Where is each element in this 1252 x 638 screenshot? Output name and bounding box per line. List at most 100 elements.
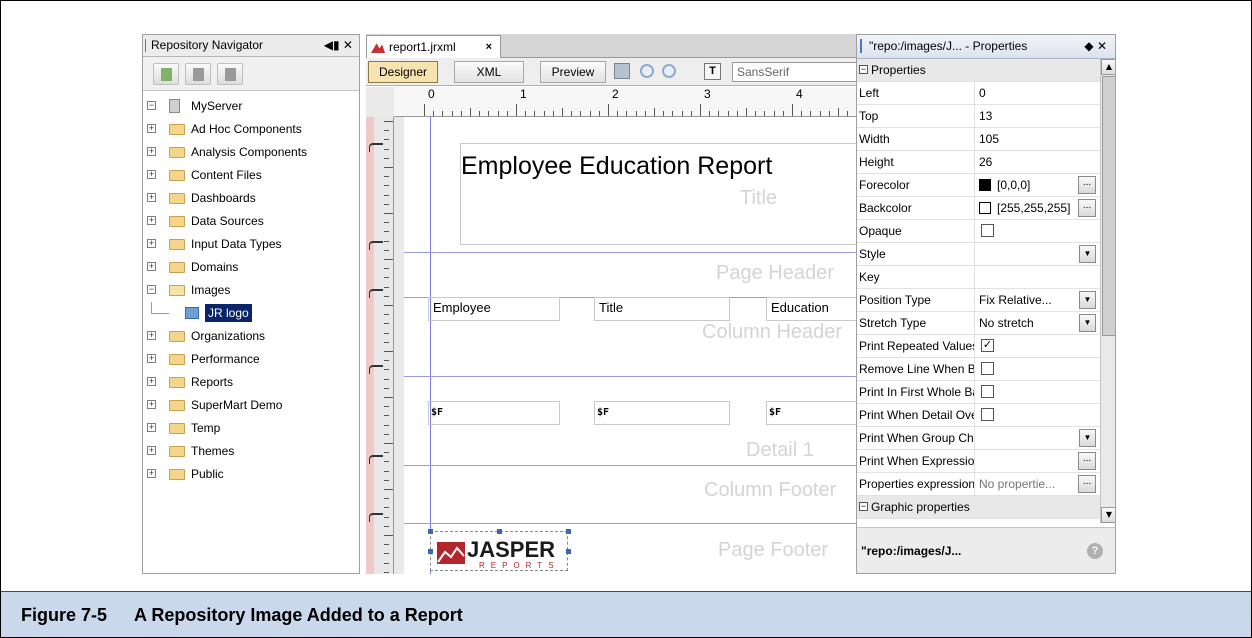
expand-icon[interactable]: + <box>147 446 156 455</box>
add-server-button[interactable] <box>153 63 179 85</box>
report-page[interactable]: Employee Education Report Title Page Hea… <box>404 117 856 574</box>
panel-controls[interactable]: ◀▮ ✕ <box>324 35 353 56</box>
expand-icon[interactable]: + <box>147 262 156 271</box>
property-row[interactable]: Height 26 <box>857 151 1100 174</box>
edit-forecolor-button[interactable]: ... <box>1078 176 1096 194</box>
print-repeated-values-checkbox[interactable]: ✓ <box>981 339 994 352</box>
repository-navigator: Repository Navigator ◀▮ ✕ − MyServer + A… <box>142 34 360 574</box>
expand-icon[interactable]: + <box>147 124 156 133</box>
print-when-group-dropdown-icon[interactable]: ▼ <box>1079 429 1096 447</box>
resize-handle[interactable] <box>566 529 571 534</box>
properties-scrollbar[interactable]: ▲ ▼ <box>1100 59 1115 523</box>
property-row[interactable]: Top 13 <box>857 105 1100 128</box>
detail-field-title[interactable]: $F <box>594 401 730 425</box>
detail-field-employee[interactable]: $F <box>428 401 560 425</box>
ruler-tick <box>384 360 389 362</box>
property-row[interactable]: Print Repeated Values ✓ <box>857 335 1100 358</box>
position-type-dropdown-icon[interactable]: ▼ <box>1079 291 1096 309</box>
category-graphic-properties[interactable]: − Graphic properties <box>857 496 1100 519</box>
ruler-tick <box>384 452 389 454</box>
ruler-tick <box>384 369 389 371</box>
expand-icon[interactable]: + <box>147 354 156 363</box>
tab-designer[interactable]: Designer <box>368 61 438 83</box>
category-properties[interactable]: − Properties <box>857 59 1100 82</box>
scroll-down-icon[interactable]: ▼ <box>1101 507 1115 523</box>
property-row[interactable]: Backcolor [255,255,255] ... <box>857 197 1100 220</box>
refresh-button[interactable] <box>217 63 243 85</box>
column-header-education[interactable]: Education <box>766 297 856 321</box>
band-separator <box>404 376 856 377</box>
tab-preview[interactable]: Preview <box>540 61 606 83</box>
expand-icon[interactable]: + <box>147 193 156 202</box>
ruler-tick <box>451 111 453 116</box>
tab-report1[interactable]: report1.jrxml × <box>366 35 501 58</box>
expand-icon[interactable]: + <box>147 423 156 432</box>
expand-icon[interactable]: + <box>147 400 156 409</box>
ruler-tick <box>384 553 389 555</box>
collapse-icon[interactable]: − <box>147 101 156 110</box>
style-dropdown-icon[interactable]: ▼ <box>1079 245 1096 263</box>
band-separator <box>404 252 856 253</box>
opaque-checkbox[interactable] <box>981 224 994 237</box>
property-row[interactable]: Key <box>857 266 1100 289</box>
expand-icon[interactable]: + <box>147 239 156 248</box>
edit-backcolor-button[interactable]: ... <box>1078 199 1096 217</box>
report-file-icon <box>371 43 385 53</box>
property-row[interactable]: Forecolor [0,0,0] ... <box>857 174 1100 197</box>
expand-icon[interactable]: + <box>147 469 156 478</box>
remove-line-checkbox[interactable] <box>981 362 994 375</box>
band-separator <box>404 465 856 466</box>
property-row[interactable]: Style ▼ <box>857 243 1100 266</box>
panel-controls[interactable]: ◆ ✕ <box>1084 35 1107 57</box>
property-row[interactable]: Remove Line When Blank <box>857 358 1100 381</box>
help-icon[interactable]: ? <box>1087 543 1103 559</box>
property-row[interactable]: Left 0 <box>857 82 1100 105</box>
property-row[interactable]: Print In First Whole Band <box>857 381 1100 404</box>
scroll-up-icon[interactable]: ▲ <box>1101 59 1115 75</box>
resize-handle[interactable] <box>566 549 571 554</box>
zoom-in-icon[interactable] <box>640 64 654 78</box>
collapse-icon[interactable]: − <box>147 285 156 294</box>
resize-handle[interactable] <box>497 529 502 534</box>
ruler-tick <box>384 203 389 205</box>
scroll-thumb[interactable] <box>1102 76 1115 336</box>
figure-number: Figure 7-5 <box>21 605 108 625</box>
document-icon[interactable] <box>614 63 630 79</box>
expand-icon[interactable]: + <box>147 331 156 340</box>
resize-handle[interactable] <box>428 529 433 534</box>
print-when-detail-checkbox[interactable] <box>981 408 994 421</box>
close-tab-icon[interactable]: × <box>486 36 492 58</box>
property-row[interactable]: Print When Detail Overflows <box>857 404 1100 427</box>
font-icon[interactable]: T <box>704 63 721 80</box>
expand-icon[interactable]: + <box>147 216 156 225</box>
property-row[interactable]: Print When Expression ... <box>857 450 1100 473</box>
title-text-element[interactable]: Employee Education Report <box>460 143 856 245</box>
expand-icon[interactable]: + <box>147 170 156 179</box>
add-server-icon <box>161 68 172 81</box>
jr-logo-image-element[interactable]: JASPER REPORTS <box>428 529 571 571</box>
tab-xml[interactable]: XML <box>454 61 524 83</box>
property-row[interactable]: Print When Group Changes ▼ <box>857 427 1100 450</box>
print-in-first-whole-band-checkbox[interactable] <box>981 385 994 398</box>
zoom-out-icon[interactable] <box>662 64 676 78</box>
edit-expression-button[interactable]: ... <box>1078 452 1096 470</box>
import-button[interactable] <box>185 63 211 85</box>
column-header-title[interactable]: Title <box>594 297 730 321</box>
column-header-employee[interactable]: Employee <box>428 297 560 321</box>
property-row[interactable]: Opaque <box>857 220 1100 243</box>
edit-properties-expressions-button[interactable]: ... <box>1078 475 1096 493</box>
resize-handle[interactable] <box>428 549 433 554</box>
ruler-tick <box>384 498 389 500</box>
ruler-tick <box>801 111 803 116</box>
expand-icon[interactable]: + <box>147 377 156 386</box>
ruler-tick <box>690 111 692 116</box>
stretch-type-dropdown-icon[interactable]: ▼ <box>1079 314 1096 332</box>
property-row[interactable]: Position Type Fix Relative... ▼ <box>857 289 1100 312</box>
property-row[interactable]: Stretch Type No stretch ▼ <box>857 312 1100 335</box>
font-name-field[interactable]: SansSerif <box>732 62 858 82</box>
design-canvas[interactable]: 0 1 2 3 4 Employee Education Report Titl… <box>366 87 856 574</box>
expand-icon[interactable]: + <box>147 147 156 156</box>
property-row[interactable]: Width 105 <box>857 128 1100 151</box>
property-row[interactable]: Properties expressions No propertie... .… <box>857 473 1100 496</box>
detail-field-education[interactable]: $F <box>766 401 856 425</box>
